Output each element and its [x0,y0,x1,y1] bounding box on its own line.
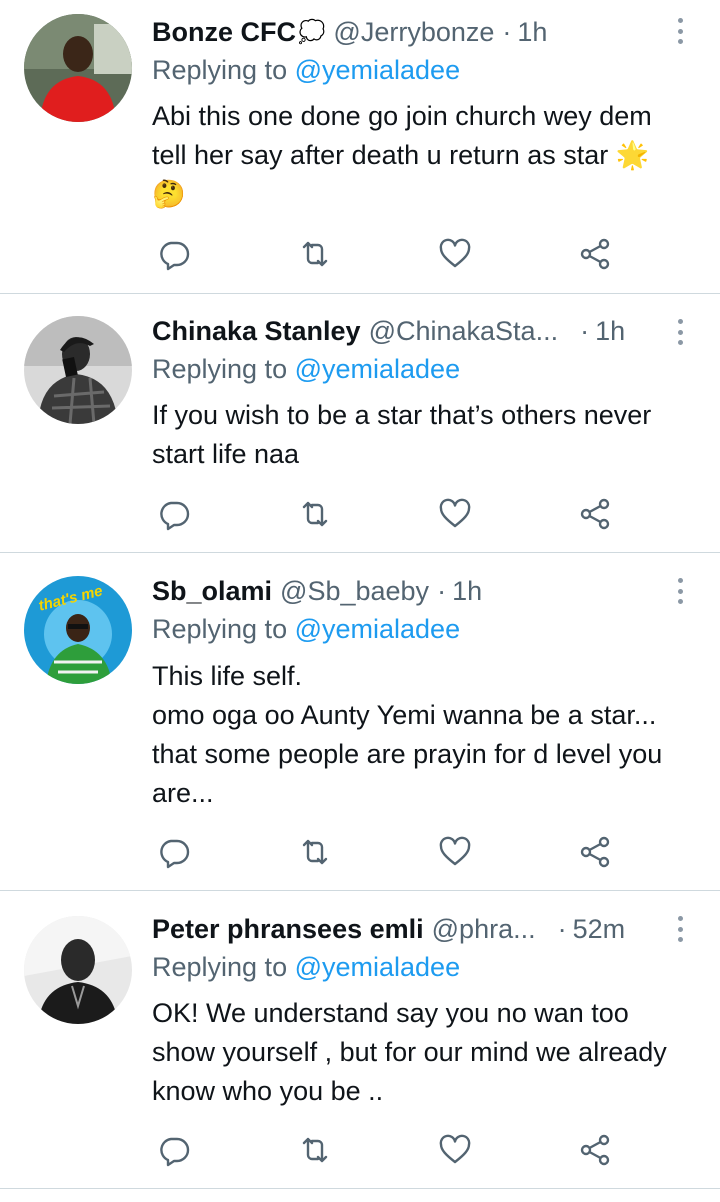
tweet-actions [0,235,720,275]
tweet-header: Chinaka Stanley @ChinakaSta... · 1h [152,313,660,349]
tweet[interactable]: Chinaka Stanley @ChinakaSta... · 1h Repl… [0,294,720,553]
share-icon[interactable] [578,835,612,869]
tweet-text: OK! We understand say you no wan too sho… [152,998,667,1106]
share-icon[interactable] [578,237,612,271]
tweet[interactable]: that's me Sb_olami @Sb_baeby · 1h Replyi… [0,553,720,891]
avatar[interactable]: that's me [24,576,132,684]
timestamp[interactable]: 52m [573,914,626,945]
separator: · [580,315,590,346]
tweet[interactable]: Peter phransees emli @phra... · 52m Repl… [0,891,720,1189]
replying-to: Replying to @yemialadee [152,354,460,385]
display-name[interactable]: Peter phransees emli [152,914,424,945]
replying-to: Replying to @yemialadee [152,55,460,86]
tweet-actions [0,1131,720,1171]
like-icon[interactable] [438,1133,472,1167]
reply-icon[interactable] [157,1133,191,1167]
replying-to-label: Replying to [152,614,295,644]
retweet-icon[interactable] [298,497,332,531]
tweet-text: This life self. omo oga oo Aunty Yemi wa… [152,661,663,808]
replying-to-mention[interactable]: @yemialadee [295,614,461,644]
like-icon[interactable] [438,237,472,271]
avatar-photo [24,316,132,424]
timestamp[interactable]: 1h [517,17,547,48]
replying-to-label: Replying to [152,952,295,982]
thought-balloon-icon: 💭 [298,19,326,44]
like-icon[interactable] [438,497,472,531]
retweet-icon[interactable] [298,237,332,271]
avatar-photo [24,916,132,1024]
reply-icon[interactable] [157,835,191,869]
tweet-text: If you wish to be a star that’s others n… [152,400,652,469]
display-name[interactable]: Sb_olami [152,576,272,607]
share-icon[interactable] [578,1133,612,1167]
separator: · [437,575,447,606]
tweet-header: Sb_olami @Sb_baeby · 1h [152,573,660,609]
tweet-header: Bonze CFC 💭 @Jerrybonze · 1h [152,14,660,50]
avatar[interactable] [24,14,132,122]
tweet-header: Peter phransees emli @phra... · 52m [152,911,660,947]
replying-to: Replying to @yemialadee [152,614,460,645]
display-name[interactable]: Chinaka Stanley [152,316,361,347]
user-handle[interactable]: @Jerrybonze [333,17,494,48]
more-options-icon[interactable] [672,574,688,608]
replying-to-mention[interactable]: @yemialadee [295,952,461,982]
user-handle[interactable]: @phra... [432,914,536,945]
reply-icon[interactable] [157,237,191,271]
replying-to: Replying to @yemialadee [152,952,460,983]
tweet-text: Abi this one done go join church wey dem… [152,101,652,209]
reply-icon[interactable] [157,497,191,531]
tweet-actions [0,833,720,873]
share-icon[interactable] [578,497,612,531]
more-options-icon[interactable] [672,14,688,48]
avatar[interactable] [24,916,132,1024]
tweet[interactable]: Bonze CFC 💭 @Jerrybonze · 1h Replying to… [0,0,720,294]
more-options-icon[interactable] [672,912,688,946]
display-name[interactable]: Bonze CFC [152,17,296,48]
replying-to-mention[interactable]: @yemialadee [295,55,461,85]
replying-to-label: Replying to [152,55,295,85]
timestamp[interactable]: 1h [452,576,482,607]
retweet-icon[interactable] [298,1133,332,1167]
avatar[interactable] [24,316,132,424]
replying-to-mention[interactable]: @yemialadee [295,354,461,384]
avatar-photo [24,14,132,122]
separator: · [502,16,512,47]
like-icon[interactable] [438,835,472,869]
timestamp[interactable]: 1h [595,316,625,347]
retweet-icon[interactable] [298,835,332,869]
user-handle[interactable]: @Sb_baeby [280,576,429,607]
separator: · [557,913,567,944]
replying-to-label: Replying to [152,354,295,384]
more-options-icon[interactable] [672,315,688,349]
tweet-actions [0,495,720,535]
user-handle[interactable]: @ChinakaSta... [369,316,559,347]
